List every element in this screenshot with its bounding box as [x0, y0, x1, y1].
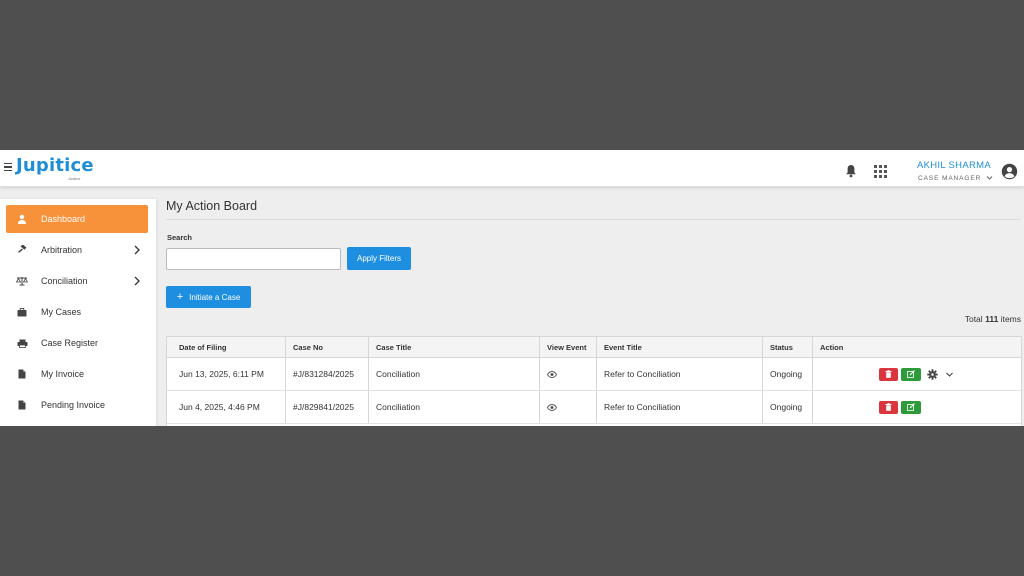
sidebar-item-conciliation[interactable]: Conciliation — [6, 267, 148, 295]
page-title: My Action Board — [166, 199, 258, 213]
table-row: Jun 4, 2025, 4:46 PM #J/829841/2025 Conc… — [167, 391, 1021, 424]
apply-filters-button[interactable]: Apply Filters — [347, 247, 411, 270]
logo-subtext: Justice — [68, 176, 81, 181]
case-title-cell: Conciliation — [369, 391, 540, 423]
sidebar-item-my-cases[interactable]: My Cases — [6, 298, 148, 326]
user-name[interactable]: AKHIL SHARMA — [917, 160, 991, 171]
row-actions — [879, 367, 954, 381]
plus-icon: + — [176, 290, 184, 303]
view-event-cell — [540, 391, 597, 423]
scale-icon — [14, 275, 30, 287]
view-event-cell — [540, 358, 597, 390]
edit-icon — [907, 370, 915, 378]
chevron-down-icon[interactable] — [945, 370, 954, 379]
action-cell — [813, 358, 1021, 390]
apps-grid-icon[interactable] — [874, 165, 887, 178]
case-no-cell: #J/831284/2025 — [286, 358, 369, 390]
case-title-cell: Conciliation — [369, 358, 540, 390]
trash-icon — [885, 403, 892, 411]
date-cell: Jun 4, 2025, 4:46 PM — [167, 391, 286, 423]
total-prefix: Total — [964, 314, 983, 324]
top-bar: Jupitice Justice AKHIL SHARMA CASE MANAG… — [0, 150, 1024, 187]
column-header[interactable]: Case Title — [369, 337, 540, 357]
app-window: Jupitice Justice AKHIL SHARMA CASE MANAG… — [0, 150, 1024, 426]
column-header[interactable]: Event Title — [597, 337, 763, 357]
user-icon — [14, 213, 30, 225]
sidebar-item-pending-invoice[interactable]: Pending Invoice — [6, 391, 148, 419]
bell-icon[interactable] — [845, 164, 857, 178]
logo-text: Jupitice — [16, 155, 94, 176]
event-title-cell: Refer to Conciliation — [597, 358, 763, 390]
initiate-case-button[interactable]: + Initiate a Case — [166, 286, 251, 308]
total-items: Total 111 items — [965, 314, 1021, 324]
trash-icon — [885, 370, 892, 378]
initiate-case-label: Initiate a Case — [189, 292, 241, 302]
search-input[interactable] — [166, 248, 341, 270]
action-cell — [813, 391, 1021, 423]
sidebar-item-label: My Cases — [41, 307, 82, 317]
sidebar-item-my-invoice[interactable]: My Invoice — [6, 360, 148, 388]
sidebar-item-label: Pending Invoice — [41, 400, 106, 410]
account-circle-icon[interactable] — [1001, 163, 1018, 180]
briefcase-icon — [14, 306, 30, 318]
column-header[interactable]: Date of Filing — [167, 337, 286, 357]
eye-icon[interactable] — [547, 370, 557, 378]
chevron-right-icon — [134, 276, 140, 286]
chevron-down-icon — [986, 176, 993, 180]
logo[interactable]: Jupitice Justice — [16, 155, 94, 181]
sidebar-item-label: Conciliation — [41, 276, 88, 286]
column-header: Action — [820, 342, 844, 352]
sidebar-item-label: Arbitration — [41, 245, 83, 255]
sidebar: Dashboard Arbitration Conciliation My Ca… — [0, 199, 156, 426]
document-icon — [14, 368, 30, 380]
table-header: Date of Filing Case No Case Title View E… — [167, 337, 1021, 358]
status-cell: Ongoing — [763, 391, 813, 423]
user-role-label: CASE MANAGER — [918, 175, 982, 182]
column-header[interactable]: Status — [763, 337, 813, 357]
sidebar-item-label: Case Register — [41, 338, 99, 348]
column-header[interactable]: View Event — [540, 337, 597, 357]
row-actions — [879, 400, 927, 414]
sidebar-item-label: My Invoice — [41, 369, 85, 379]
gear-icon[interactable] — [927, 368, 938, 380]
divider — [166, 219, 1021, 220]
search-label: Search — [167, 233, 193, 242]
menu-icon[interactable] — [4, 163, 12, 172]
edit-button[interactable] — [901, 367, 921, 381]
date-cell: Jun 13, 2025, 6:11 PM — [167, 358, 286, 390]
status-cell: Ongoing — [763, 358, 813, 390]
delete-button[interactable] — [879, 400, 898, 414]
event-title-cell: Refer to Conciliation — [597, 391, 763, 423]
table-row: Jun 13, 2025, 6:11 PM #J/831284/2025 Con… — [167, 358, 1021, 391]
column-header[interactable]: Case No — [286, 337, 369, 357]
gavel-icon — [14, 244, 30, 256]
sidebar-item-label: Dashboard — [41, 214, 86, 224]
edit-icon — [907, 403, 915, 411]
chevron-right-icon — [134, 245, 140, 255]
printer-icon — [14, 337, 30, 349]
sidebar-item-arbitration[interactable]: Arbitration — [6, 236, 148, 264]
edit-button[interactable] — [901, 400, 921, 414]
user-role-dropdown[interactable]: CASE MANAGER — [918, 175, 993, 182]
sidebar-item-dashboard[interactable]: Dashboard — [6, 205, 148, 233]
delete-button[interactable] — [879, 367, 898, 381]
total-suffix: items — [1000, 314, 1021, 324]
case-no-cell: #J/829841/2025 — [286, 391, 369, 423]
document-icon — [14, 399, 30, 411]
eye-icon[interactable] — [547, 403, 557, 411]
table-row — [167, 424, 1021, 426]
sidebar-item-case-register[interactable]: Case Register — [6, 329, 148, 357]
total-count: 111 — [985, 314, 999, 324]
cases-table: Date of Filing Case No Case Title View E… — [166, 336, 1022, 426]
